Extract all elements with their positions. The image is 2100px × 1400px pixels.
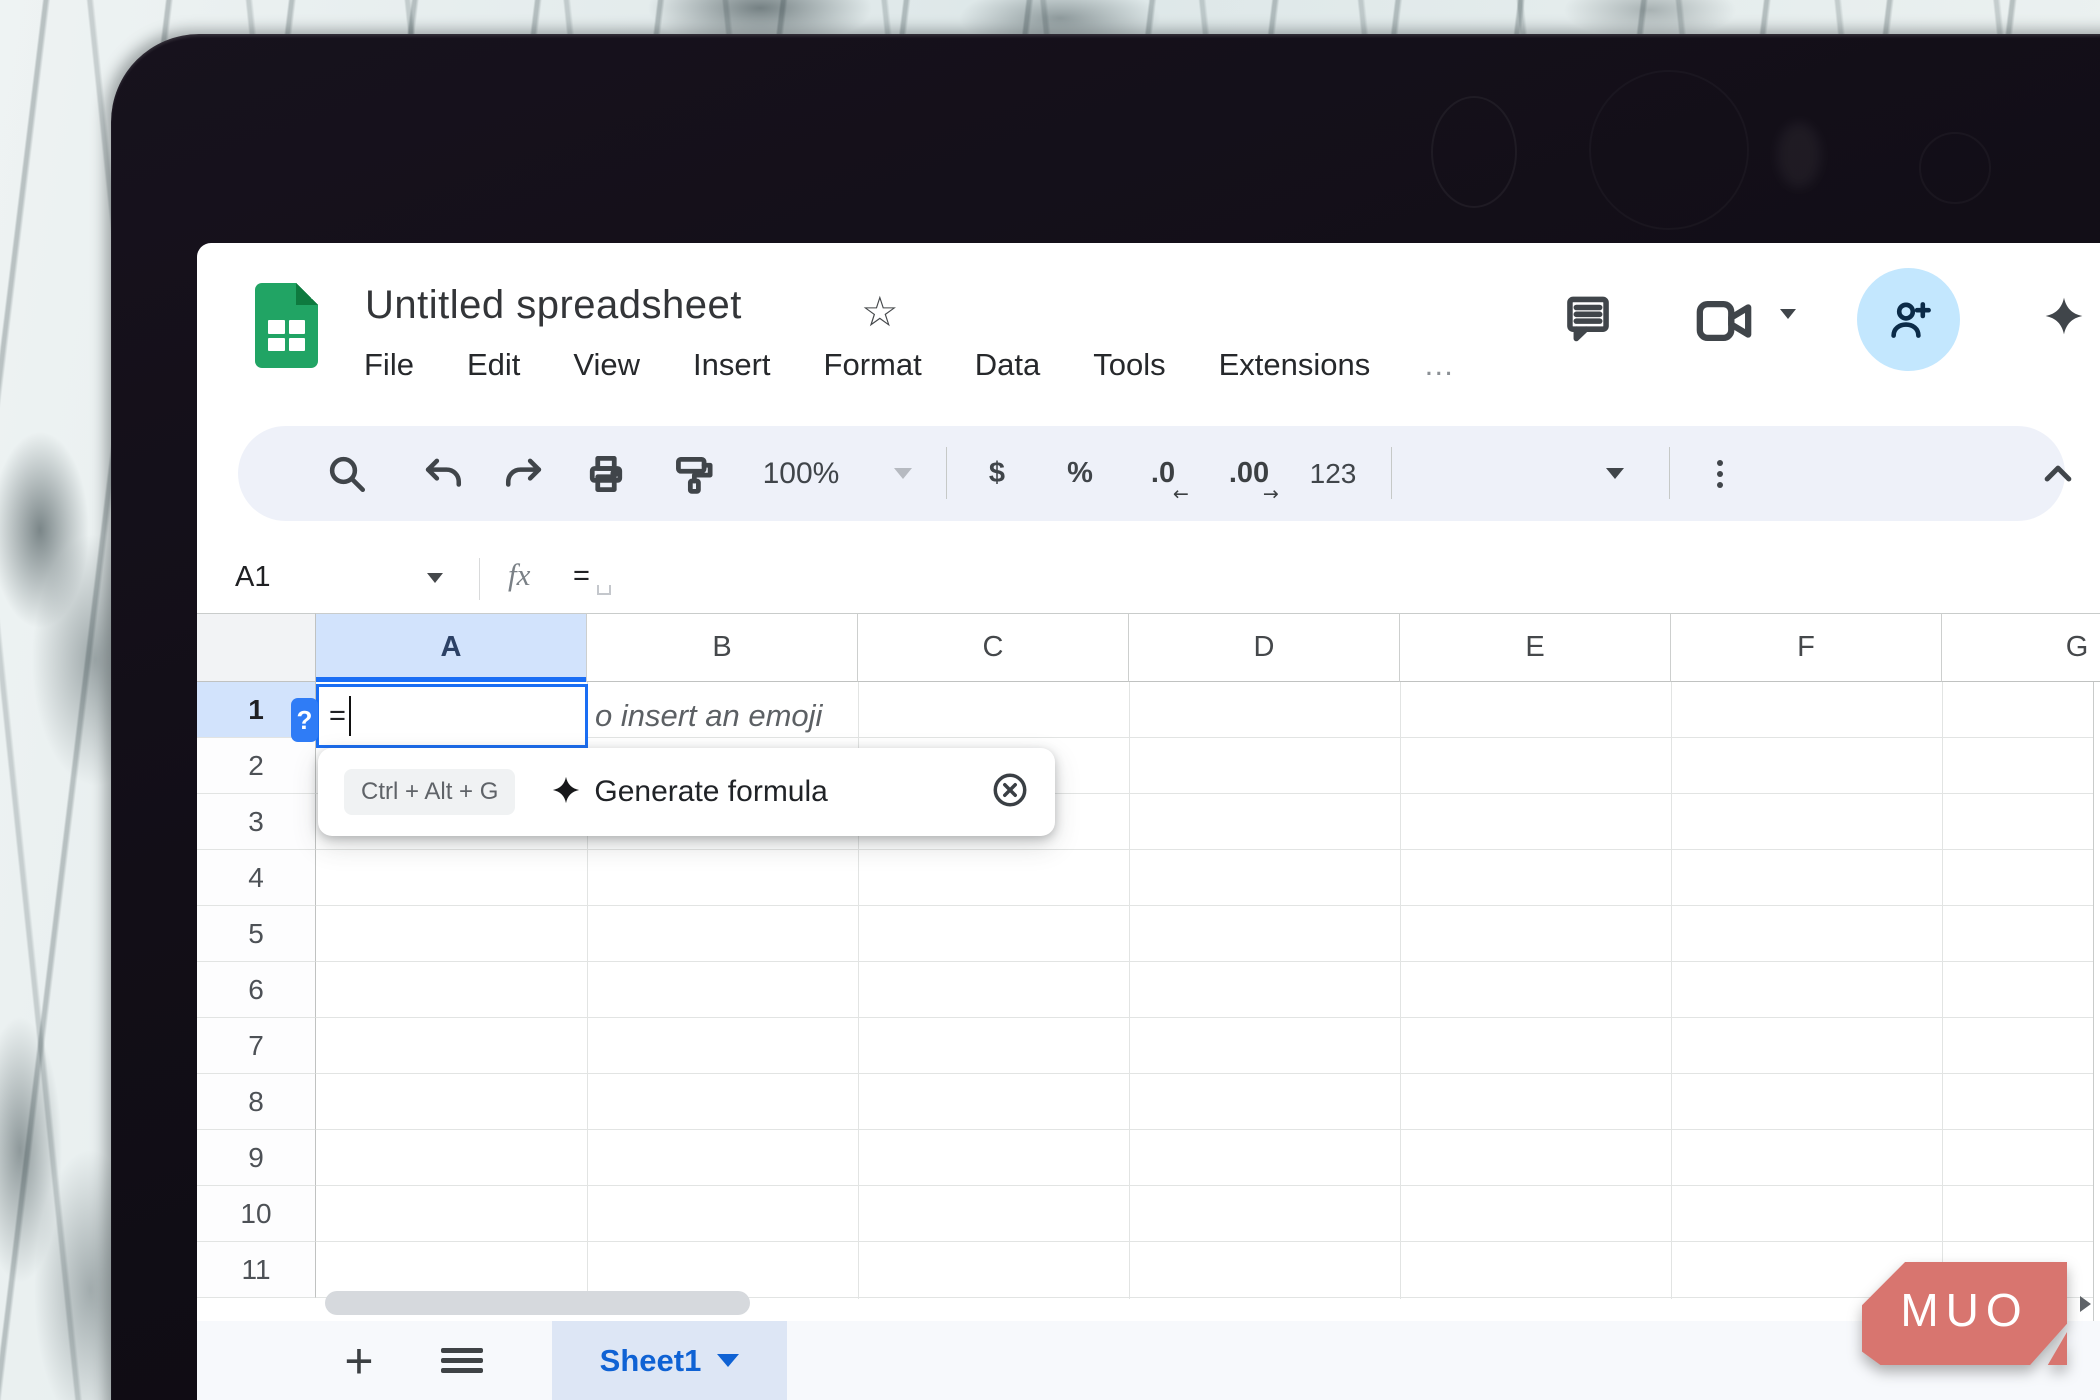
share-button[interactable] [1857, 268, 1960, 371]
column-header-C[interactable]: C [858, 613, 1129, 682]
undo-icon[interactable] [421, 426, 465, 521]
collapse-toolbar-icon[interactable] [2038, 426, 2078, 521]
cell-ghost-hint: o insert an emoji [595, 684, 822, 748]
add-sheet-button[interactable]: + [329, 1321, 389, 1400]
row-header-6[interactable]: 6 [197, 962, 316, 1018]
document-title[interactable]: Untitled spreadsheet [365, 283, 742, 328]
toolbar-divider [1391, 447, 1392, 499]
star-icon[interactable]: ☆ [861, 287, 899, 336]
row-header-4[interactable]: 4 [197, 850, 316, 906]
sheets-logo-grid [268, 320, 305, 351]
row-header-9[interactable]: 9 [197, 1130, 316, 1186]
muo-watermark-text: MUO [1900, 1283, 2028, 1337]
row-header-3[interactable]: 3 [197, 794, 316, 850]
column-header-A[interactable]: A [316, 613, 587, 682]
menu-overflow[interactable]: … [1423, 347, 1456, 383]
menu-format[interactable]: Format [824, 347, 922, 383]
increase-decimal-button[interactable]: .00→ [1220, 426, 1278, 521]
camera-lens-reflection [1589, 70, 1749, 230]
camera-lens-reflection [1919, 132, 1991, 204]
formula-input[interactable]: = [573, 560, 590, 593]
gridline [1400, 682, 1401, 1299]
text-cursor [349, 696, 351, 736]
vertical-scrollbar[interactable] [2093, 613, 2100, 1321]
redo-icon[interactable] [502, 426, 546, 521]
generate-formula-button[interactable]: Generate formula [594, 775, 827, 809]
formula-bar-divider [479, 558, 480, 600]
sparkle-icon [551, 773, 581, 812]
sheet-bar: + Sheet1 [197, 1321, 2100, 1400]
row-header-7[interactable]: 7 [197, 1018, 316, 1074]
menu-insert[interactable]: Insert [693, 347, 771, 383]
cell-help-badge[interactable]: ? [291, 698, 318, 742]
menu-data[interactable]: Data [975, 347, 1040, 383]
formula-cursor [597, 585, 611, 595]
gemini-sparkle-icon[interactable] [2043, 292, 2085, 345]
sheet-tab-label: Sheet1 [600, 1343, 702, 1379]
comment-icon[interactable] [1561, 292, 1615, 348]
column-header-D[interactable]: D [1129, 613, 1400, 682]
close-icon[interactable] [991, 771, 1029, 814]
row-header-8[interactable]: 8 [197, 1074, 316, 1130]
zoom-dropdown-icon[interactable] [894, 426, 912, 521]
scroll-right-icon[interactable] [2080, 1296, 2091, 1312]
menu-view[interactable]: View [573, 347, 640, 383]
generate-formula-popup: Ctrl + Alt + G Generate formula [318, 748, 1055, 836]
more-formats-button[interactable]: 123 [1300, 426, 1366, 521]
active-cell-editor[interactable]: = [316, 684, 588, 748]
row-header-5[interactable]: 5 [197, 906, 316, 962]
format-currency-button[interactable]: $ [976, 426, 1018, 521]
more-options-icon[interactable] [1708, 426, 1732, 521]
sheets-logo-icon[interactable] [255, 283, 318, 368]
toolbar: 100% $ % .0← .00→ 123 [238, 426, 2065, 521]
row-header-2[interactable]: 2 [197, 738, 316, 794]
zoom-control[interactable]: 100% [746, 426, 856, 521]
column-header-B[interactable]: B [587, 613, 858, 682]
print-icon[interactable] [584, 426, 628, 521]
muo-watermark: MUO [1862, 1258, 2068, 1368]
gridline [1671, 682, 1672, 1299]
shortcut-badge: Ctrl + Alt + G [344, 769, 515, 815]
decrease-decimal-button[interactable]: .0← [1138, 426, 1188, 521]
column-header-E[interactable]: E [1400, 613, 1671, 682]
video-call-icon[interactable] [1695, 299, 1753, 348]
name-box-dropdown-icon[interactable] [427, 573, 443, 583]
toolbar-divider [1669, 447, 1670, 499]
toolbar-dropdown-icon[interactable] [1606, 426, 1624, 521]
fx-icon: fx [508, 557, 530, 593]
menu-extensions[interactable]: Extensions [1219, 347, 1371, 383]
formula-bar-row: A1 fx = [197, 545, 2100, 613]
camera-lens-reflection [1777, 122, 1821, 188]
sheet-tab-dropdown-icon[interactable] [717, 1354, 739, 1367]
menubar: File Edit View Insert Format Data Tools … [364, 347, 1456, 383]
search-icon[interactable] [326, 426, 368, 521]
cell-editor-value: = [329, 700, 346, 733]
row-header-11[interactable]: 11 [197, 1242, 316, 1298]
column-header-F[interactable]: F [1671, 613, 1942, 682]
format-percent-button[interactable]: % [1058, 426, 1102, 521]
google-sheets-window: Untitled spreadsheet ☆ File Edit View In… [197, 243, 2100, 1400]
gridline [1942, 682, 1943, 1299]
person-add-icon [1885, 298, 1933, 342]
camera-lens-reflection [1431, 96, 1517, 208]
sheet-tab[interactable]: Sheet1 [552, 1321, 787, 1400]
menu-tools[interactable]: Tools [1093, 347, 1165, 383]
menu-file[interactable]: File [364, 347, 414, 383]
screenshot-stage: Untitled spreadsheet ☆ File Edit View In… [0, 0, 2100, 1400]
row-header-10[interactable]: 10 [197, 1186, 316, 1242]
select-all-corner[interactable] [197, 613, 316, 682]
toolbar-divider [946, 447, 947, 499]
name-box[interactable]: A1 [235, 561, 270, 594]
video-call-dropdown-icon[interactable] [1780, 309, 1796, 319]
column-header-G[interactable]: G [1942, 613, 2100, 682]
sheets-logo-fold [296, 283, 318, 305]
paint-format-icon[interactable] [672, 426, 716, 521]
horizontal-scrollbar[interactable] [325, 1291, 750, 1315]
gridline [1129, 682, 1130, 1299]
all-sheets-icon[interactable] [441, 1348, 483, 1353]
menu-edit[interactable]: Edit [467, 347, 520, 383]
